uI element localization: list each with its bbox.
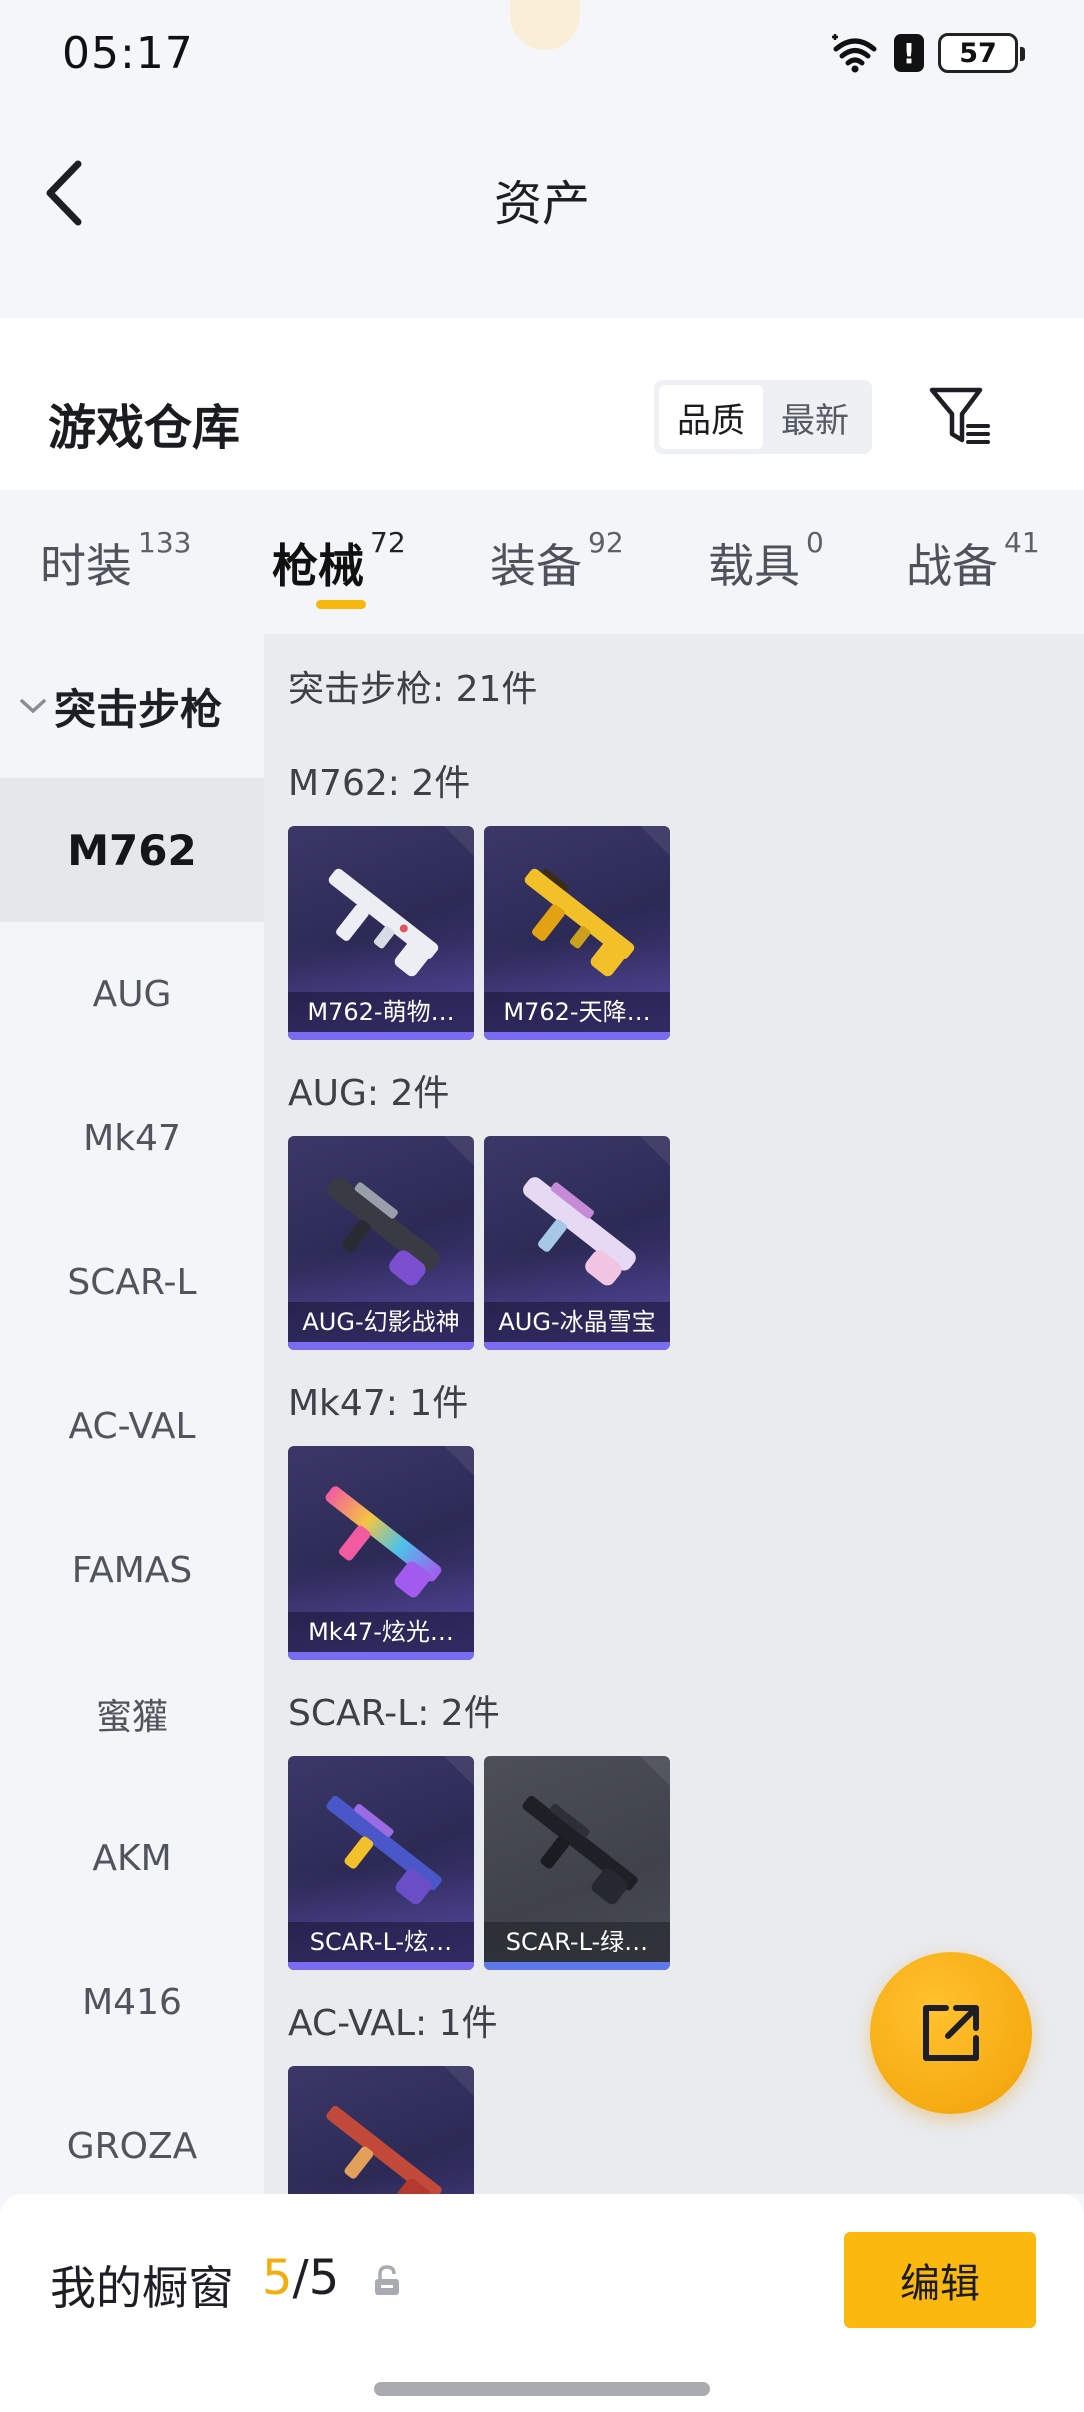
tab-label: 枪械 [272, 539, 364, 593]
tab-firearms[interactable]: 枪械 72 [272, 526, 406, 596]
weapon-card[interactable]: SCAR-L-绿… [484, 1756, 670, 1970]
weapon-card[interactable]: SCAR-L-炫… [288, 1756, 474, 1970]
weapon-card[interactable]: M762-天降… [484, 826, 670, 1040]
sidebar-item-m416[interactable]: M416 [0, 1930, 264, 2074]
sidebar-item-mk47[interactable]: Mk47 [0, 1066, 264, 1210]
weapon-card[interactable]: M762-萌物… [288, 826, 474, 1040]
sidebar-item-aug[interactable]: AUG [0, 922, 264, 1066]
warehouse-title: 游戏仓库 [48, 400, 241, 456]
showcase-title: 我的橱窗 [50, 2261, 234, 2315]
status-bar: 05:17 ! 57 [0, 0, 1084, 110]
sort-option-quality[interactable]: 品质 [659, 385, 763, 449]
rarity-stripe [484, 1962, 670, 1970]
home-indicator[interactable] [374, 2382, 710, 2396]
rarity-stripe [288, 1652, 474, 1660]
showcase-separator: / [292, 2250, 309, 2306]
tab-count: 133 [138, 526, 192, 559]
rifle-pink-icon [523, 1177, 636, 1286]
tab-label: 时装 [40, 539, 132, 593]
card-caption: SCAR-L-炫… [288, 1922, 474, 1962]
tab-count: 41 [1004, 526, 1040, 559]
weapon-sidebar: 突击步枪 M762 AUG Mk47 SCAR-L AC-VAL FAMAS 蜜… [0, 634, 264, 2194]
tab-count: 0 [806, 526, 824, 559]
sidebar-category-label: 突击步枪 [54, 684, 223, 734]
rifle-red-icon [326, 2105, 442, 2194]
wifi-icon [832, 34, 877, 73]
card-caption: M762-天降… [484, 992, 670, 1032]
tab-equipment[interactable]: 装备 92 [490, 526, 624, 596]
sidebar-item-honey-badger[interactable]: 蜜獾 [0, 1642, 264, 1786]
tab-battle-gear[interactable]: 战备 41 [906, 526, 1040, 596]
showcase-count: 5/5 [262, 2250, 339, 2306]
share-button[interactable] [870, 1952, 1032, 2114]
showcase-total: 5 [308, 2250, 340, 2306]
rifle-blue-icon [326, 1795, 442, 1905]
rifle-black-icon [522, 1795, 638, 1905]
lock-icon [375, 2265, 399, 2295]
sidebar-item-m762[interactable]: M762 [0, 778, 264, 922]
rarity-stripe [484, 1342, 670, 1350]
tab-label: 装备 [490, 539, 582, 593]
rifle-dark-icon [327, 1177, 440, 1286]
camera-notch [510, 0, 580, 50]
group-label: AC-VAL: 1件 [288, 2003, 498, 2044]
rifle-white-icon [328, 868, 439, 977]
group-label: SCAR-L: 2件 [288, 1693, 500, 1734]
share-icon [923, 2005, 979, 2061]
tab-label: 战备 [906, 539, 998, 593]
rarity-stripe [288, 1342, 474, 1350]
weapon-card[interactable]: AUG-冰晶雪宝 [484, 1136, 670, 1350]
tab-vehicles[interactable]: 载具 0 [708, 526, 824, 596]
rarity-stripe [288, 1032, 474, 1040]
page-title: 资产 [493, 176, 590, 232]
showcase-current: 5 [262, 2250, 293, 2306]
category-summary: 突击步枪: 21件 [288, 669, 538, 710]
card-caption: Mk47-炫光… [288, 1612, 474, 1652]
sidebar-item-ac-val[interactable]: AC-VAL [0, 1354, 264, 1498]
category-tabs: 时装 133 枪械 72 装备 92 载具 0 战备 41 [0, 490, 1084, 634]
battery-icon: 57 [938, 33, 1025, 73]
rarity-stripe [288, 1962, 474, 1970]
weapon-card[interactable]: AUG-幻影战神 [288, 1136, 474, 1350]
card-caption: SCAR-L-绿… [484, 1922, 670, 1962]
tab-label: 载具 [708, 539, 800, 593]
group-label: M762: 2件 [288, 763, 471, 804]
rifle-gold-icon [524, 868, 635, 977]
group-label: AUG: 2件 [288, 1073, 450, 1114]
weapon-card[interactable] [288, 2066, 474, 2194]
sort-toggle: 品质 最新 [654, 380, 872, 454]
card-caption: M762-萌物… [288, 992, 474, 1032]
filter-icon[interactable] [928, 384, 992, 448]
rarity-stripe [484, 1032, 670, 1040]
active-tab-indicator [316, 600, 366, 609]
status-icons: ! 57 [830, 30, 1025, 76]
tab-count: 72 [370, 526, 406, 559]
showcase-bar: 我的橱窗 5/5 编辑 [0, 2194, 1084, 2412]
tab-outfits[interactable]: 时装 133 [40, 526, 191, 596]
sort-option-newest[interactable]: 最新 [763, 385, 867, 449]
card-caption: AUG-幻影战神 [288, 1302, 474, 1342]
alert-icon: ! [894, 34, 924, 72]
sidebar-item-famas[interactable]: FAMAS [0, 1498, 264, 1642]
weapon-card[interactable]: Mk47-炫光… [288, 1446, 474, 1660]
sidebar-item-scar-l[interactable]: SCAR-L [0, 1210, 264, 1354]
rifle-rainbow-icon [325, 1486, 442, 1598]
sidebar-category[interactable]: 突击步枪 [0, 634, 264, 778]
card-caption: AUG-冰晶雪宝 [484, 1302, 670, 1342]
tab-count: 92 [588, 526, 624, 559]
sidebar-item-akm[interactable]: AKM [0, 1786, 264, 1930]
group-label: Mk47: 1件 [288, 1383, 469, 1424]
status-time: 05:17 [62, 28, 194, 79]
chevron-down-icon [20, 699, 46, 714]
edit-button[interactable]: 编辑 [844, 2232, 1036, 2328]
